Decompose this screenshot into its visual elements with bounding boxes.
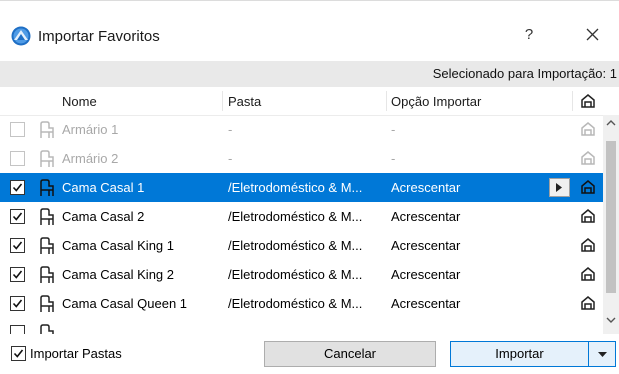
row-import-option[interactable]: Acrescentar [391,180,460,195]
selection-count-text: Selecionado para Importação: 1 [432,66,617,81]
chevron-down-icon [598,352,607,357]
row-name: Cama Casal King 2 [62,267,174,282]
column-divider[interactable] [222,91,223,111]
list-item[interactable]: Cama Casal Queen 1/Eletrodoméstico & M..… [0,289,603,318]
list-item[interactable]: Cama Casal 1/Eletrodoméstico & M... Acres… [0,173,603,202]
row-checkbox[interactable] [10,180,25,195]
checkmark-icon [12,183,23,192]
scroll-up-icon[interactable] [606,119,616,127]
row-checkbox[interactable] [10,238,25,253]
vertical-scrollbar[interactable] [603,115,619,334]
column-divider[interactable] [572,91,573,111]
column-header-name[interactable]: Nome [62,94,97,109]
archicad-icon [11,26,31,46]
row-folder: /Eletrodoméstico & M... [228,296,363,311]
checkmark-icon [12,299,23,308]
row-checkbox[interactable] [10,296,25,311]
library-object-icon [40,324,54,334]
title-bar: Importar Favoritos ? [0,1,619,57]
row-folder: /Eletrodoméstico & M... [228,267,363,282]
row-folder: - [228,122,233,137]
checkmark-icon [12,212,23,221]
row-name: Armário 2 [62,151,119,166]
row-import-option[interactable]: Acrescentar [391,267,460,282]
house-icon[interactable] [580,237,596,253]
row-import-option[interactable]: - [391,151,395,166]
checkbox[interactable] [11,346,26,361]
close-icon [586,28,599,41]
library-object-icon [40,121,54,138]
row-import-option[interactable]: Acrescentar [391,209,460,224]
cancel-button[interactable]: Cancelar [264,341,436,367]
row-checkbox[interactable] [10,151,25,166]
list-item[interactable]: Cama Casal King 1/Eletrodoméstico & M...… [0,231,603,260]
column-divider[interactable] [386,91,387,111]
dialog-footer: Importar Pastas Cancelar Importar [0,334,619,374]
selection-summary-bar: Selecionado para Importação: 1 [0,61,619,87]
house-icon[interactable] [580,150,596,166]
house-icon[interactable] [580,121,596,137]
column-header-folder[interactable]: Pasta [228,94,261,109]
row-folder: - [228,151,233,166]
row-name: Cama Casal 1 [62,180,145,195]
library-object-icon [40,237,54,254]
row-import-option[interactable]: - [391,122,395,137]
checkmark-icon [12,241,23,250]
chevron-right-icon [556,183,562,192]
checkmark-icon [12,270,23,279]
dialog-title: Importar Favoritos [38,28,160,45]
library-object-icon [40,266,54,283]
favorites-list: Nome Pasta Opção Importar Armário 1- - Arm… [0,87,603,334]
library-object-icon [40,295,54,312]
library-object-icon [40,179,54,196]
row-checkbox[interactable] [10,325,25,334]
house-icon[interactable] [580,295,596,311]
row-checkbox[interactable] [10,209,25,224]
row-folder: /Eletrodoméstico & M... [228,180,363,195]
house-icon[interactable] [580,266,596,282]
row-name: Cama Casal 2 [62,209,145,224]
list-item[interactable]: Cama Casal King 2/Eletrodoméstico & M...… [0,260,603,289]
row-import-option[interactable]: Acrescentar [391,238,460,253]
list-item[interactable]: Armário 2 - - [0,144,603,173]
column-header-import-option[interactable]: Opção Importar [391,94,481,109]
close-button[interactable] [577,21,609,49]
checkmark-icon [13,349,24,358]
import-folders-label: Importar Pastas [30,346,122,361]
house-icon[interactable] [580,179,596,195]
scrollbar-thumb[interactable] [606,141,616,293]
row-name: Armário 1 [62,122,119,137]
row-checkbox[interactable] [10,267,25,282]
row-folder: /Eletrodoméstico & M... [228,238,363,253]
list-item[interactable] [0,318,603,334]
row-import-option[interactable]: Acrescentar [391,296,460,311]
list-item[interactable]: Armário 1 - - [0,115,603,144]
row-checkbox[interactable] [10,122,25,137]
import-button[interactable]: Importar [450,341,589,367]
list-item[interactable]: Cama Casal 2/Eletrodoméstico & M... Acres… [0,202,603,231]
library-object-icon [40,150,54,167]
row-folder: /Eletrodoméstico & M... [228,209,363,224]
row-name: Cama Casal King 1 [62,238,174,253]
house-icon[interactable] [580,208,596,224]
list-header: Nome Pasta Opção Importar [0,87,603,116]
scroll-down-icon[interactable] [606,316,616,324]
import-options-dropdown[interactable] [588,341,616,367]
house-icon[interactable] [580,93,596,109]
import-option-menu-button[interactable] [549,178,570,197]
row-name: Cama Casal Queen 1 [62,296,188,311]
import-favorites-dialog: Importar Favoritos ? Selecionado para Im… [0,0,619,374]
help-button[interactable]: ? [515,21,543,49]
library-object-icon [40,208,54,225]
